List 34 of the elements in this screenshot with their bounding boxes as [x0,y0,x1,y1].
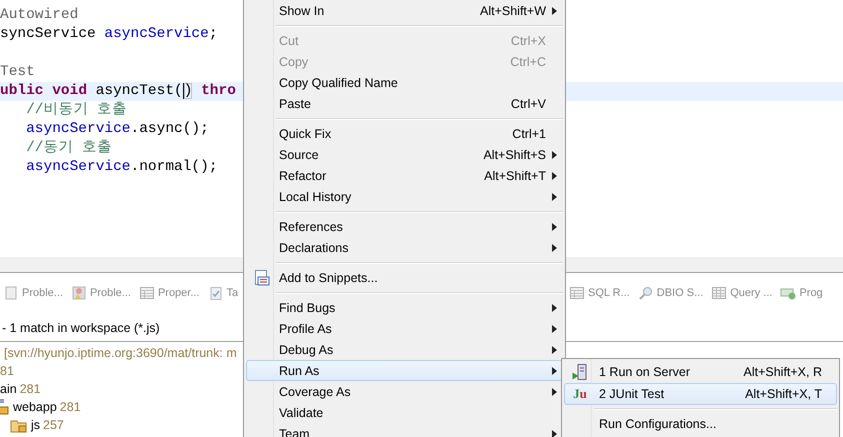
menu-item[interactable]: Profile As [246,318,563,339]
menu-item[interactable]: Refactor Alt+Shift+T [246,165,563,186]
menu-item[interactable]: Paste Ctrl+V [246,93,563,114]
menu-item[interactable]: Declarations [246,237,563,258]
tree-item[interactable]: ain [0,382,17,396]
junit-icon: Ju [573,386,587,402]
menu-item[interactable]: Copy Qualified Name [246,72,563,93]
tree-item[interactable]: [svn://hyunjo.iptime.org:3690/mat/trunk: m [0,346,237,360]
snippet-icon [253,268,271,286]
match-count: 281 [20,382,41,396]
menu-item[interactable]: Show In Alt+Shift+W [246,0,563,21]
menu-item[interactable]: References [246,216,563,237]
menu-item[interactable]: Validate [246,402,563,423]
table-icon [138,285,155,301]
menu-item[interactable]: Ju 2 JUnit Test Alt+Shift+X, T [564,383,837,405]
menu-item[interactable]: Source Alt+Shift+S [246,144,563,165]
search-icon [638,285,654,301]
menu-item[interactable]: Run Configurations... [564,413,837,435]
tree-item[interactable]: js [31,418,40,432]
server-icon [571,363,589,381]
menu-item[interactable]: Run As [246,360,563,381]
match-count: 281 [60,400,81,414]
tree-item[interactable]: webapp [13,400,57,414]
menu-item[interactable]: Debug As [246,339,563,360]
clipboard-icon [208,285,224,301]
menu-item[interactable]: Local History [246,186,563,207]
match-count: 81 [0,364,14,378]
table-icon [569,285,585,301]
menu-item[interactable]: Coverage As [246,381,563,402]
match-count: 257 [43,418,64,432]
menu-item[interactable]: 1 Run on Server Alt+Shift+X, R [564,361,837,383]
menu-item[interactable]: Quick Fix Ctrl+1 [246,123,563,144]
menu-item[interactable]: Add to Snippets... [246,267,563,288]
grid-icon [711,285,728,301]
